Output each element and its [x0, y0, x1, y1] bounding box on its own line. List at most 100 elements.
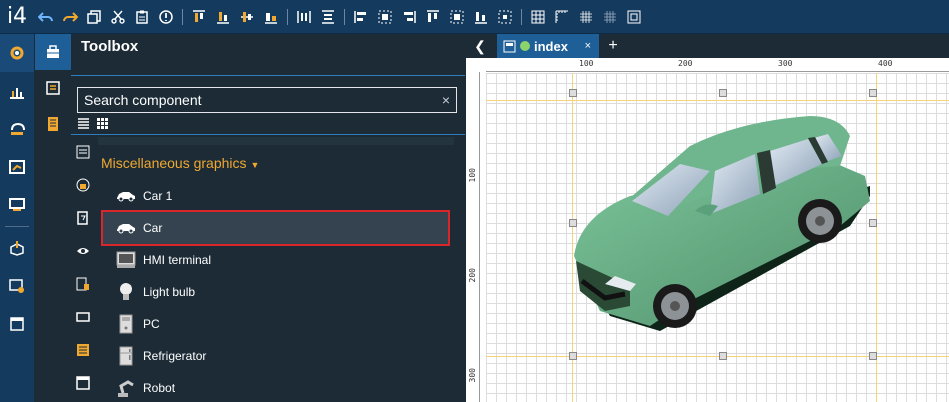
copy-icon[interactable]: [82, 5, 106, 29]
align-top-icon[interactable]: [187, 5, 211, 29]
component-label: Car: [143, 221, 163, 235]
cut-icon[interactable]: [106, 5, 130, 29]
toolbox-side-strip: [35, 34, 71, 402]
category-header-bar: [98, 137, 454, 145]
list-view-icon[interactable]: [77, 117, 90, 135]
align-center-icon[interactable]: [259, 5, 283, 29]
align-right-edge-icon[interactable]: [397, 5, 421, 29]
eye-category-icon[interactable]: [71, 234, 95, 267]
panel-divider: [71, 134, 465, 135]
back-icon[interactable]: ❮: [468, 34, 492, 58]
snap-grid-icon[interactable]: [574, 5, 598, 29]
canvas[interactable]: 100 200 300 400 100 200 300: [466, 58, 949, 402]
monitor-icon[interactable]: [0, 267, 34, 305]
snap-objects-icon[interactable]: [598, 5, 622, 29]
component-item-hmi-terminal[interactable]: HMI terminal: [101, 244, 450, 276]
bulb-icon: [115, 281, 137, 303]
add-tab-button[interactable]: +: [603, 34, 623, 58]
toolbar-separator: [287, 8, 288, 25]
toolbar-separator: [182, 8, 183, 25]
ruler-icon[interactable]: [550, 5, 574, 29]
component-item-car-1[interactable]: Car 1: [101, 180, 450, 212]
ruler-left: 100 200 300: [466, 72, 480, 402]
close-icon[interactable]: ×: [585, 40, 591, 52]
robot-icon: [115, 377, 137, 399]
redo-icon[interactable]: [58, 5, 82, 29]
car-icon: [115, 217, 137, 239]
component-item-pc[interactable]: PC: [101, 308, 450, 340]
info-icon[interactable]: [154, 5, 178, 29]
tab-bar: ❮ index × +: [466, 34, 949, 58]
properties-icon[interactable]: [35, 70, 71, 106]
toolbox-divider: [71, 75, 465, 76]
device-category-icon[interactable]: [71, 267, 95, 300]
lock-category-icon[interactable]: [71, 168, 95, 201]
resize-handle[interactable]: [869, 352, 877, 360]
align-page-icon[interactable]: [493, 5, 517, 29]
deploy-icon[interactable]: [0, 229, 34, 267]
stamp-icon[interactable]: [0, 110, 34, 148]
component-item-robot[interactable]: Robot: [101, 372, 450, 402]
tab-index[interactable]: index ×: [497, 34, 599, 58]
resize-handle[interactable]: [719, 89, 727, 97]
align-middle-v-icon[interactable]: [445, 5, 469, 29]
toolbox-icon[interactable]: [35, 34, 71, 70]
ruler-label: 100: [579, 59, 594, 68]
grid-view-icon[interactable]: [96, 117, 109, 135]
frame-category-icon[interactable]: [71, 300, 95, 333]
ruler-label: 400: [878, 59, 893, 68]
component-item-light-bulb[interactable]: Light bulb: [101, 276, 450, 308]
align-bottom-edge-icon[interactable]: [469, 5, 493, 29]
grid-icon[interactable]: [526, 5, 550, 29]
screen-icon[interactable]: [0, 186, 34, 224]
distribute-h-icon[interactable]: [292, 5, 316, 29]
ruler-label: 200: [678, 59, 693, 68]
settings-icon[interactable]: [0, 34, 34, 72]
align-top-edge-icon[interactable]: [421, 5, 445, 29]
list-category-icon[interactable]: [71, 135, 95, 168]
top-toolbar: i4: [0, 0, 949, 34]
toolbar-separator: [344, 8, 345, 25]
align-left-edge-icon[interactable]: [349, 5, 373, 29]
resize-handle[interactable]: [869, 89, 877, 97]
ruler-label: 300: [468, 368, 477, 383]
toolbox-title: Toolbox: [81, 38, 139, 55]
window-category-icon[interactable]: [71, 366, 95, 399]
table-category-icon[interactable]: [71, 333, 95, 366]
resize-handle[interactable]: [569, 352, 577, 360]
car-graphic[interactable]: [570, 116, 876, 338]
component-label: Robot: [143, 381, 176, 395]
flow-category-icon[interactable]: [71, 201, 95, 234]
tab-label: index: [534, 38, 568, 54]
resize-handle[interactable]: [719, 352, 727, 360]
category-title[interactable]: Miscellaneous graphics ▼: [101, 155, 259, 171]
chart-icon[interactable]: [0, 72, 34, 110]
component-label: HMI terminal: [143, 253, 212, 267]
search-placeholder: Search component: [84, 92, 202, 108]
paste-icon[interactable]: [130, 5, 154, 29]
guide-line: [486, 100, 949, 101]
editor-area: ❮ index × + 100 200 300 400 100 200 300: [466, 34, 949, 402]
window-icon[interactable]: [0, 305, 34, 343]
clear-icon[interactable]: ×: [442, 92, 450, 108]
chevron-down-icon: ▼: [250, 160, 260, 170]
component-item-refrigerator[interactable]: Refrigerator: [101, 340, 450, 372]
align-center-h-icon[interactable]: [373, 5, 397, 29]
left-nav: [0, 34, 34, 402]
layers-icon[interactable]: [35, 106, 71, 142]
ruler-corner: [466, 58, 486, 72]
ruler-top: 100 200 300 400: [486, 58, 949, 72]
align-middle-icon[interactable]: [235, 5, 259, 29]
undo-icon[interactable]: [34, 5, 58, 29]
search-input[interactable]: Search component ×: [77, 87, 457, 113]
fridge-icon: [115, 345, 137, 367]
fit-screen-icon[interactable]: [622, 5, 646, 29]
component-item-car[interactable]: Car: [101, 210, 450, 246]
component-label: Car 1: [143, 189, 173, 203]
resize-handle[interactable]: [569, 89, 577, 97]
align-bottom-icon[interactable]: [211, 5, 235, 29]
page-icon: [503, 40, 516, 53]
dashboard-icon[interactable]: [0, 148, 34, 186]
distribute-v-icon[interactable]: [316, 5, 340, 29]
ruler-label: 100: [468, 168, 477, 183]
